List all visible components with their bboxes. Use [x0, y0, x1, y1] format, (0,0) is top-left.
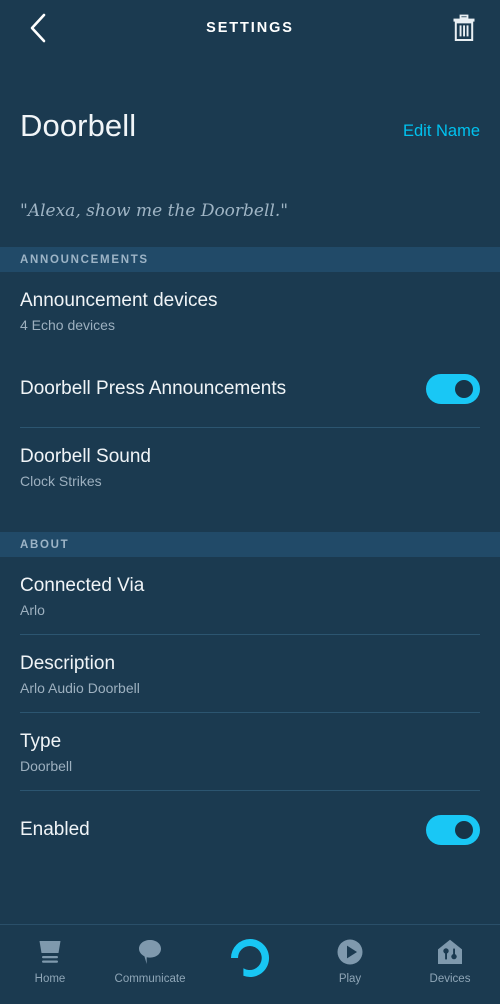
tab-play[interactable]: Play [300, 925, 400, 1004]
row-title: Doorbell Sound [20, 445, 151, 467]
edit-name-link[interactable]: Edit Name [403, 122, 480, 141]
tab-label: Home [34, 973, 66, 985]
enabled-toggle[interactable] [426, 815, 480, 845]
device-name: Doorbell [20, 108, 137, 143]
delete-device-button[interactable] [444, 8, 484, 48]
row-subtitle: Clock Strikes [20, 472, 102, 489]
row-connected-via: Connected Via Arlo [20, 557, 480, 635]
play-circle-icon [336, 937, 364, 967]
row-title: Type [20, 730, 62, 752]
doorbell-press-announcements-toggle[interactable] [426, 374, 480, 404]
toggle-knob [455, 380, 473, 398]
home-icon [35, 937, 65, 967]
back-button[interactable] [18, 8, 58, 48]
section-body-about: Connected Via Arlo Description Arlo Audi… [0, 557, 500, 869]
devices-house-icon [436, 937, 464, 967]
section-header-about: ABOUT [0, 532, 500, 557]
row-subtitle: Arlo [20, 601, 45, 618]
row-description: Description Arlo Audio Doorbell [20, 635, 480, 713]
section-body-announcements: Announcement devices 4 Echo devices Door… [0, 272, 500, 506]
row-subtitle: Doorbell [20, 757, 73, 774]
row-enabled[interactable]: Enabled [20, 791, 480, 869]
tab-devices[interactable]: Devices [400, 925, 500, 1004]
tab-label: Devices [429, 973, 471, 985]
row-subtitle: Arlo Audio Doorbell [20, 679, 140, 696]
toggle-knob [455, 821, 473, 839]
chevron-left-icon [30, 13, 46, 43]
row-doorbell-sound[interactable]: Doorbell Sound Clock Strikes [20, 428, 480, 506]
section-header-announcements: ANNOUNCEMENTS [0, 247, 500, 272]
tab-label: Play [338, 973, 362, 985]
row-title: Connected Via [20, 574, 145, 596]
speech-bubble-icon [136, 937, 164, 967]
tab-home[interactable]: Home [0, 925, 100, 1004]
trash-icon [453, 14, 475, 41]
row-doorbell-press-announcements[interactable]: Doorbell Press Announcements [20, 350, 480, 428]
alexa-ring-icon [227, 935, 273, 981]
row-title: Announcement devices [20, 289, 218, 311]
row-announcement-devices[interactable]: Announcement devices 4 Echo devices [20, 272, 480, 350]
tab-label: Communicate [114, 973, 186, 985]
voice-utterance-hint: "Alexa, show me the Doorbell." [20, 201, 289, 221]
settings-screen: SETTINGS Doorbell Edit Name "Alexa, show… [0, 0, 500, 1004]
tab-alexa[interactable] [200, 925, 300, 1004]
row-title: Doorbell Press Announcements [20, 378, 287, 399]
bottom-tab-bar: Home Communicate Play Devices [0, 924, 500, 1004]
row-title: Enabled [20, 819, 90, 840]
device-name-row: Doorbell Edit Name [0, 108, 500, 144]
top-app-bar: SETTINGS [0, 0, 500, 56]
tab-communicate[interactable]: Communicate [100, 925, 200, 1004]
row-type: Type Doorbell [20, 713, 480, 791]
page-title: SETTINGS [206, 20, 294, 36]
row-subtitle: 4 Echo devices [20, 316, 115, 333]
row-title: Description [20, 652, 116, 674]
